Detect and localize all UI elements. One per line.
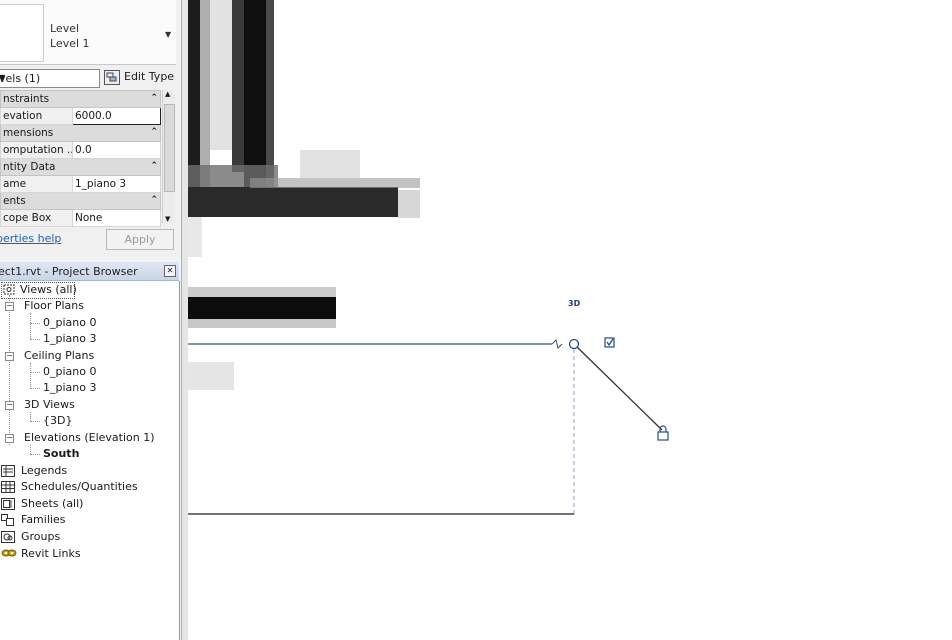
- tree-item-elevations[interactable]: Elevations (Elevation 1): [24, 431, 155, 444]
- tree-item-ceiling-plans[interactable]: Ceiling Plans: [24, 349, 94, 362]
- left-panel: Level Level 1 ▼ vels (1) ▼ Edit Type nst…: [0, 0, 181, 640]
- collapse-icon[interactable]: ⌃: [150, 161, 158, 171]
- properties-scrollbar[interactable]: ▲ ▼: [162, 90, 175, 223]
- lock-icon[interactable]: [657, 425, 669, 441]
- group-label: ents: [3, 195, 26, 207]
- group-dimensions[interactable]: mensions ⌃: [0, 124, 162, 142]
- tree-item-3d-view[interactable]: {3D}: [43, 414, 72, 427]
- tree-guide: [30, 454, 40, 455]
- name-value-field[interactable]: 1_piano 3: [71, 175, 162, 193]
- scope-box-value-field[interactable]: None: [71, 209, 162, 227]
- tree-item-sheets[interactable]: Sheets (all): [21, 497, 83, 510]
- tree-item-3d-views[interactable]: 3D Views: [24, 398, 75, 411]
- collapse-icon[interactable]: ⌃: [150, 195, 158, 205]
- tree-guide: [30, 388, 40, 389]
- computation-value-field[interactable]: 0.0: [71, 141, 162, 159]
- group-constraints[interactable]: nstraints ⌃: [0, 90, 162, 108]
- type-preview-thumbnail: [0, 4, 44, 62]
- tree-item-floor-plans[interactable]: Floor Plans: [24, 299, 84, 312]
- tree-item-groups[interactable]: Groups: [21, 530, 60, 543]
- type-name: Level Level 1: [50, 21, 90, 51]
- group-label: ntity Data: [3, 161, 56, 173]
- families-icon: [1, 514, 14, 526]
- tree-item-schedules[interactable]: Schedules/Quantities: [21, 480, 138, 493]
- project-browser-title: ect1.rvt - Project Browser: [0, 265, 138, 278]
- sheets-icon: [1, 498, 15, 510]
- tree-item-legends[interactable]: Legends: [21, 464, 67, 477]
- group-label: nstraints: [3, 93, 50, 105]
- leader-line: [576, 346, 663, 431]
- collapse-icon[interactable]: −: [5, 352, 14, 361]
- tree-guide: [30, 445, 31, 454]
- property-name: evation: [0, 107, 73, 125]
- edit-type-label: Edit Type: [124, 70, 175, 83]
- scroll-down-icon[interactable]: ▼: [165, 215, 170, 223]
- elbow-break-icon[interactable]: [551, 339, 563, 349]
- properties-grid: nstraints ⌃ evation 6000.0 mensions ⌃ omput…: [0, 90, 162, 227]
- property-name: omputation ...: [0, 141, 73, 159]
- project-browser-tree: Views (all) − Floor Plans 0_piano 0 1_pi…: [0, 281, 180, 640]
- type-family-name: Level: [50, 22, 80, 35]
- property-row-elevation[interactable]: evation 6000.0: [0, 107, 162, 125]
- properties-palette: Level Level 1 ▼ vels (1) ▼ Edit Type nst…: [0, 0, 181, 257]
- tree-item-revit-links[interactable]: Revit Links: [21, 547, 81, 560]
- elevation-value-field[interactable]: 6000.0: [71, 107, 162, 125]
- project-browser-title-bar: ect1.rvt - Project Browser ✕: [0, 262, 179, 281]
- groups-icon: [1, 531, 15, 543]
- property-row-name[interactable]: ame 1_piano 3: [0, 175, 162, 193]
- collapse-icon[interactable]: −: [5, 434, 14, 443]
- tree-guide: [30, 412, 31, 421]
- edit-type-button[interactable]: Edit Type: [104, 68, 176, 86]
- tree-item-ceiling-plan[interactable]: 1_piano 3: [43, 381, 96, 394]
- tree-guide: [30, 421, 40, 422]
- chevron-down-icon[interactable]: ▼: [0, 73, 96, 82]
- revit-links-icon: [1, 548, 17, 559]
- tree-guide: [30, 313, 31, 339]
- collapse-icon[interactable]: ⌃: [150, 93, 158, 103]
- group-label: mensions: [3, 127, 54, 139]
- chevron-down-icon[interactable]: ▼: [165, 30, 171, 39]
- tree-item-elevation-south[interactable]: South: [43, 447, 79, 460]
- legends-icon: [1, 465, 15, 477]
- properties-help-link[interactable]: perties help: [0, 232, 61, 245]
- schedules-icon: [1, 481, 15, 493]
- tree-guide: [30, 363, 31, 389]
- tree-guide: [9, 295, 10, 445]
- collapse-icon[interactable]: ⌃: [150, 127, 158, 137]
- level-annotation-overlay: [188, 337, 669, 515]
- property-row-scope-box[interactable]: cope Box None: [0, 209, 162, 227]
- tree-guide: [30, 372, 40, 373]
- scroll-up-icon[interactable]: ▲: [165, 90, 170, 98]
- tree-guide: [30, 323, 40, 324]
- type-instance-name: Level 1: [50, 37, 90, 50]
- checkbox-icon[interactable]: [604, 337, 615, 348]
- instance-filter-dropdown[interactable]: vels (1) ▼: [0, 69, 100, 88]
- tree-item-families[interactable]: Families: [21, 513, 65, 526]
- property-name: cope Box: [0, 209, 73, 227]
- property-name: ame: [0, 175, 73, 193]
- group-identity-data[interactable]: ntity Data ⌃: [0, 158, 162, 176]
- collapse-icon[interactable]: −: [5, 302, 14, 311]
- group-extents[interactable]: ents ⌃: [0, 192, 162, 210]
- collapse-icon[interactable]: −: [5, 401, 14, 410]
- edit-type-icon: [104, 70, 120, 85]
- tree-item-views-all[interactable]: Views (all): [20, 283, 77, 296]
- property-row-computation[interactable]: omputation ... 0.0: [0, 141, 162, 159]
- 3d-extent-label[interactable]: 3D: [568, 299, 580, 308]
- type-selector[interactable]: Level Level 1 ▼: [0, 0, 176, 65]
- views-icon: [3, 284, 15, 295]
- tree-item-ceiling-plan[interactable]: 0_piano 0: [43, 365, 96, 378]
- tree-item-floor-plan[interactable]: 0_piano 0: [43, 316, 96, 329]
- close-icon[interactable]: ✕: [164, 265, 176, 277]
- scrollbar-thumb[interactable]: [164, 104, 175, 192]
- tree-guide: [30, 339, 40, 340]
- tree-item-floor-plan[interactable]: 1_piano 3: [43, 332, 96, 345]
- apply-button[interactable]: Apply: [106, 229, 174, 250]
